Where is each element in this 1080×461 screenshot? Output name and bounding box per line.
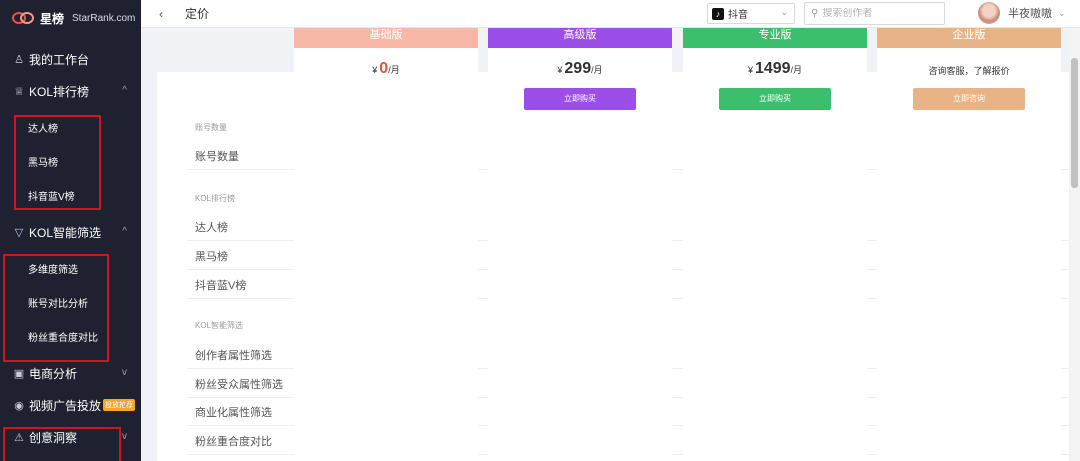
sidebar-item-creative[interactable]: ⚠ 创意洞察 v [0, 421, 141, 453]
username: 半夜嗷嗷 [1008, 8, 1052, 20]
buy-now-button[interactable]: 立即购买 [524, 88, 636, 110]
sidebar-subitem[interactable]: 账号对比分析 [0, 285, 141, 319]
page-title: 定价 [185, 7, 210, 21]
section-title: KOL排行榜 [195, 194, 236, 203]
feature-label: 黑马榜 [195, 251, 228, 263]
plan-price: ¥1499/月 [683, 60, 867, 78]
sidebar-subitem[interactable]: 粉丝重合度对比 [0, 319, 141, 353]
buy-now-button[interactable]: 立即购买 [719, 88, 831, 110]
chevron-up-icon: ^ [122, 85, 127, 96]
price-consult: 咨询客服，了解报价 [928, 66, 1010, 76]
feature-label: 粉丝重合度对比 [195, 436, 272, 448]
sidebar-subitem[interactable]: 多维度筛选 [0, 251, 141, 285]
price-value: 1499 [754, 60, 791, 77]
plan-header: 专业版 [683, 28, 867, 48]
sidebar-item-kol-filter[interactable]: ▽ KOL智能筛选 ^ [0, 216, 141, 248]
chevron-up-icon: ^ [122, 226, 127, 237]
sidebar-item-label: 创意洞察 [29, 430, 78, 445]
sidebar-subitem[interactable]: 达人榜 [0, 110, 141, 144]
platform-select-value: 抖音 [728, 10, 748, 21]
price-currency: ¥ [372, 65, 378, 75]
filter-icon: ▽ [14, 226, 24, 239]
sidebar-item-workbench[interactable]: ♙ 我的工作台 [0, 43, 141, 75]
platform-select[interactable]: ♪ 抖音 ⌄ [707, 3, 795, 24]
sidebar-item-label: 电商分析 [29, 366, 78, 381]
scrollbar[interactable] [1069, 28, 1080, 461]
main-content: 账号数量账号数量✓1个主账号✓1个主账号✓1个主账号，2个子账号✓1个主账号，4… [141, 28, 1069, 461]
price-currency: ¥ [557, 65, 563, 75]
price-value: 0 [379, 60, 389, 77]
section-title: 账号数量 [195, 123, 227, 132]
back-button[interactable]: ‹ [159, 7, 169, 21]
feature-label: 商业化属性筛选 [195, 407, 272, 419]
avatar[interactable] [978, 2, 1000, 24]
top-header: ‹ 定价 ♪ 抖音 ⌄ ⚲ 半夜嗷嗷 ⌄ [141, 0, 1080, 28]
plan-header: 高级版 [488, 28, 672, 48]
user-menu[interactable]: 半夜嗷嗷 ⌄ [978, 2, 1066, 24]
logo-subtext: StarRank.com [72, 12, 136, 24]
plan-price: ¥299/月 [488, 60, 672, 78]
sidebar-item-label: KOL排行榜 [29, 84, 90, 99]
plan-price: ¥0/月 [294, 60, 478, 78]
scrollbar-thumb[interactable] [1071, 58, 1078, 188]
consult-button[interactable]: 立即咨询 [913, 88, 1025, 110]
sidebar-subitem[interactable]: 抖音蓝V榜 [0, 178, 141, 212]
chevron-down-icon: ⌄ [1058, 7, 1066, 18]
search-box[interactable]: ⚲ [804, 2, 945, 25]
plan-header: 企业版 [877, 28, 1061, 48]
feature-label: 粉丝受众属性筛选 [195, 379, 283, 391]
plan-header: 基础版 [294, 28, 478, 48]
sidebar-item-label: 我的工作台 [29, 52, 90, 67]
feature-label: 抖音蓝V榜 [195, 280, 247, 292]
user-icon: ♙ [14, 53, 24, 66]
price-value: 299 [564, 60, 592, 77]
chevron-down-icon: v [122, 431, 127, 442]
feature-label: 达人榜 [195, 222, 228, 234]
feature-label: 账号数量 [195, 151, 239, 163]
douyin-icon: ♪ [712, 7, 724, 20]
sidebar-item-label: 视频广告投放 [29, 398, 102, 413]
sidebar: 星榜 StarRank.com ♙ 我的工作台 ♕ KOL排行榜 ^ 达人榜 黑马榜 抖音蓝V… [0, 0, 141, 461]
chevron-down-icon: v [122, 367, 127, 378]
store-icon: ▣ [13, 367, 25, 380]
sidebar-item-video-ads[interactable]: ◉ 视频广告投放 投放推荐 v [0, 389, 141, 421]
section-title: KOL智能筛选 [195, 321, 244, 330]
logo-text: 星榜 [40, 11, 65, 26]
search-input[interactable] [822, 8, 933, 19]
bulb-icon: ⚠ [14, 431, 24, 444]
logo[interactable]: 星榜 StarRank.com [0, 0, 141, 36]
price-unit: /月 [388, 65, 400, 75]
video-icon: ◉ [14, 399, 24, 412]
feature-label: 创作者属性筛选 [195, 350, 272, 362]
logo-icon [12, 10, 34, 26]
sidebar-item-kol-ranking[interactable]: ♕ KOL排行榜 ^ [0, 75, 141, 107]
sidebar-item-label: KOL智能筛选 [29, 225, 102, 240]
chevron-down-icon: v [122, 399, 127, 410]
promo-badge: 投放推荐 [103, 399, 136, 411]
plan-column [294, 48, 478, 461]
search-icon: ⚲ [811, 8, 819, 19]
price-unit: /月 [591, 65, 603, 75]
sidebar-subitem[interactable]: 黑马榜 [0, 144, 141, 178]
chevron-down-icon: ⌄ [780, 7, 788, 17]
price-currency: ¥ [747, 65, 753, 75]
price-unit: /月 [790, 65, 803, 75]
trophy-icon: ♕ [14, 85, 24, 98]
sidebar-item-ecommerce[interactable]: ▣ 电商分析 v [0, 357, 141, 389]
